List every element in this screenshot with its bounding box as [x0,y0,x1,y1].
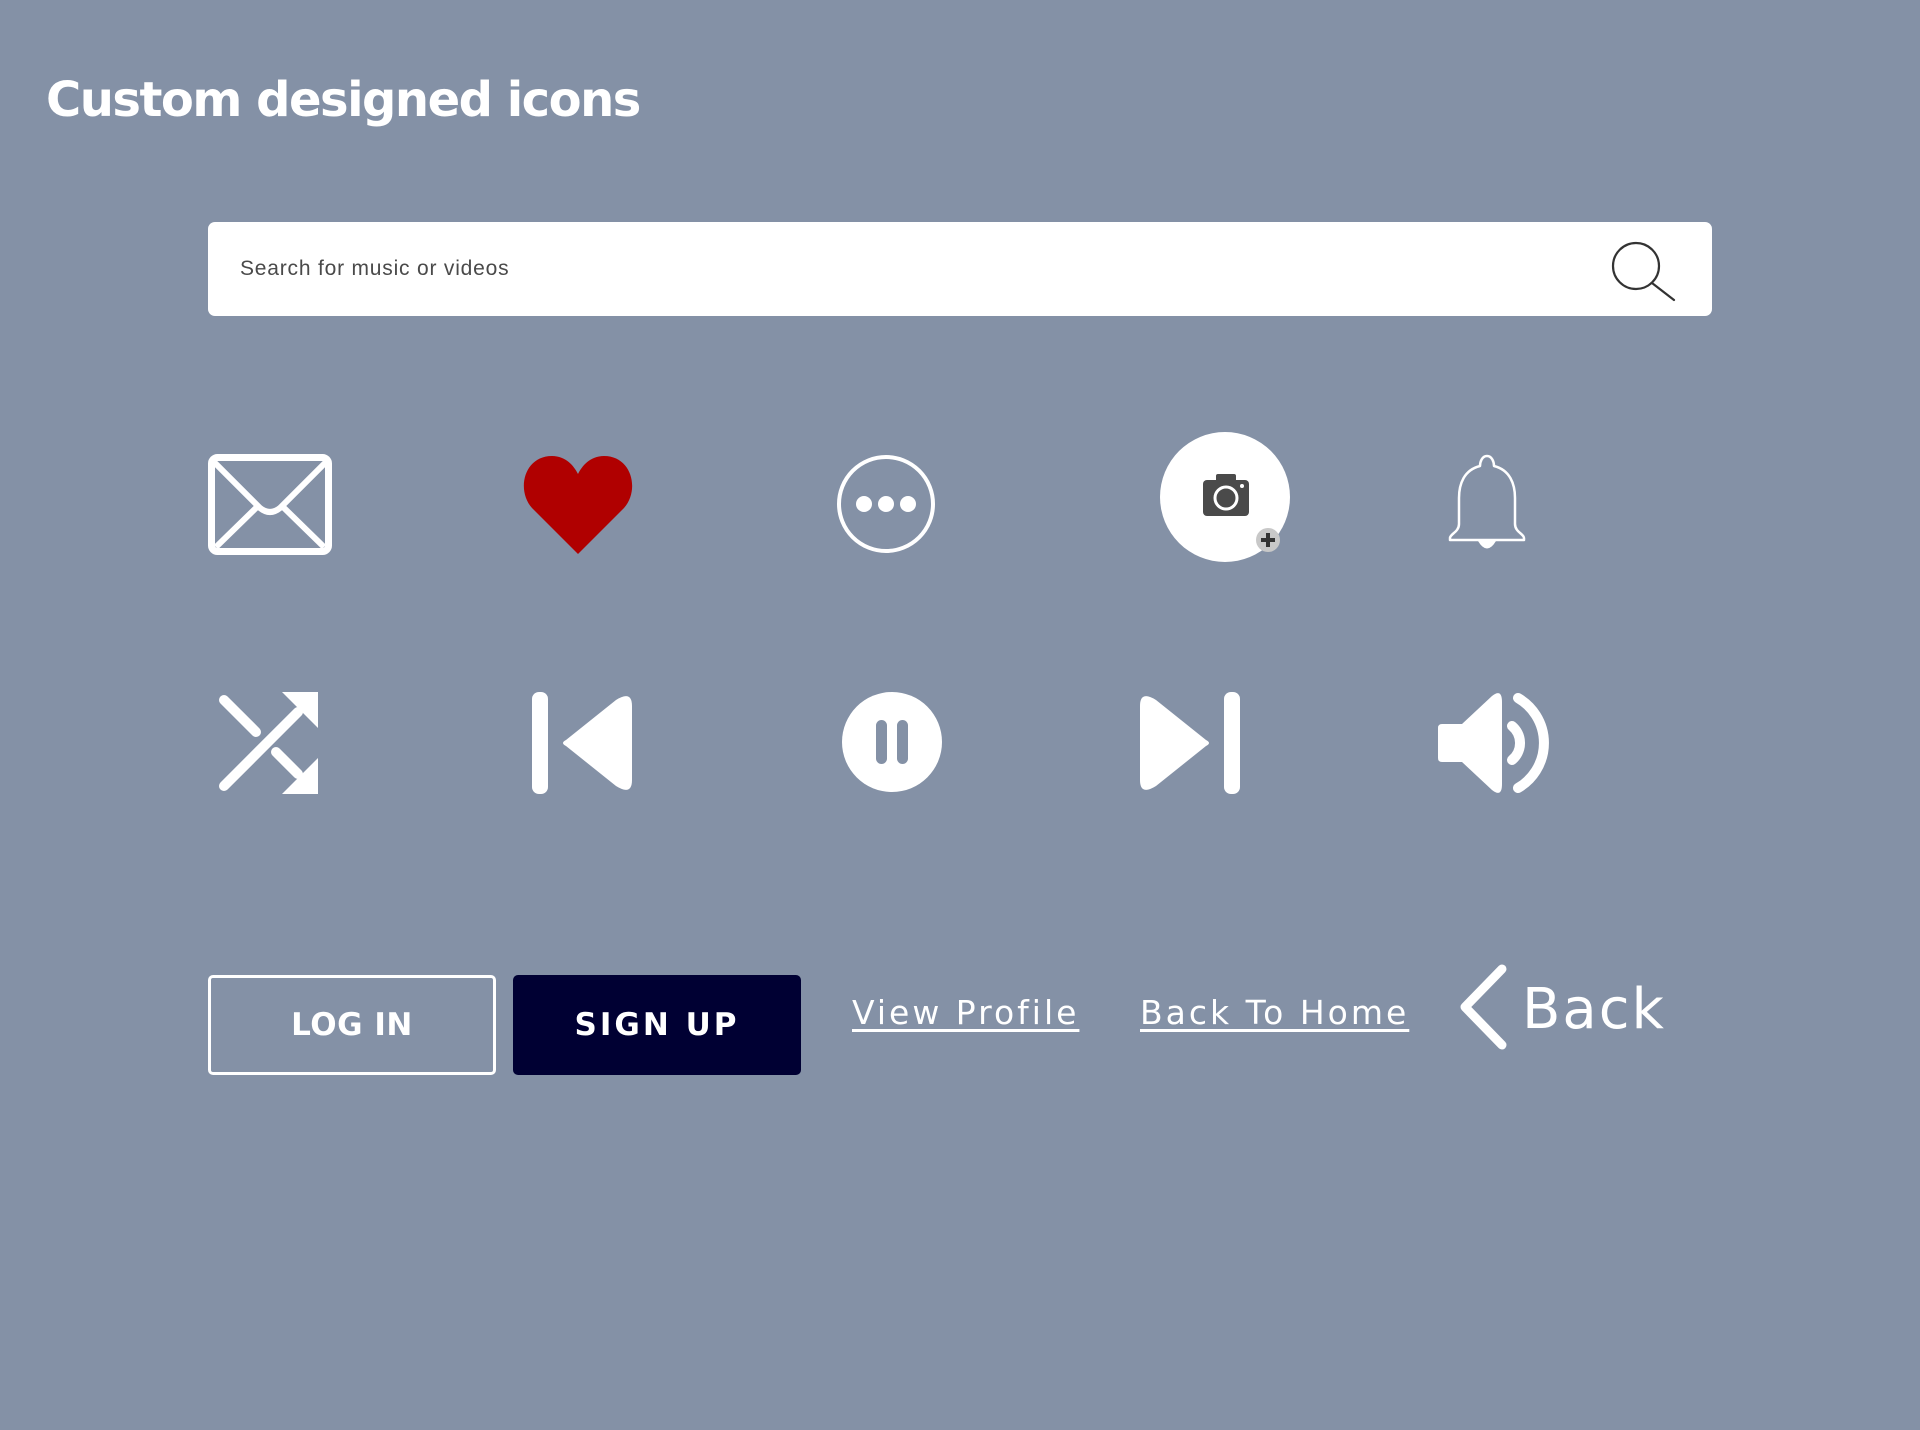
search-icon[interactable] [1607,238,1677,308]
mail-icon[interactable] [208,454,332,555]
bell-icon[interactable] [1446,452,1528,556]
page-title: Custom designed icons [46,72,641,128]
back-label: Back [1522,976,1666,1042]
skip-previous-icon[interactable] [530,690,634,796]
skip-next-icon[interactable] [1138,690,1242,796]
search-input[interactable] [240,244,1590,294]
signup-button[interactable]: SIGN UP [513,975,801,1075]
chevron-left-icon [1458,964,1508,1055]
volume-icon[interactable] [1438,690,1550,796]
shuffle-icon[interactable] [216,690,322,796]
login-button[interactable]: LOG IN [208,975,496,1075]
plus-badge-icon [1256,528,1280,552]
add-photo-icon[interactable] [1160,432,1296,562]
pause-icon[interactable] [840,690,944,794]
camera-icon [1203,474,1249,516]
back-link[interactable]: Back [1458,964,1666,1055]
heart-icon[interactable] [522,452,634,556]
view-profile-link[interactable]: View Profile [852,993,1079,1032]
more-options-icon[interactable] [836,454,936,554]
search-bar [208,222,1712,316]
back-to-home-link[interactable]: Back To Home [1140,993,1409,1032]
